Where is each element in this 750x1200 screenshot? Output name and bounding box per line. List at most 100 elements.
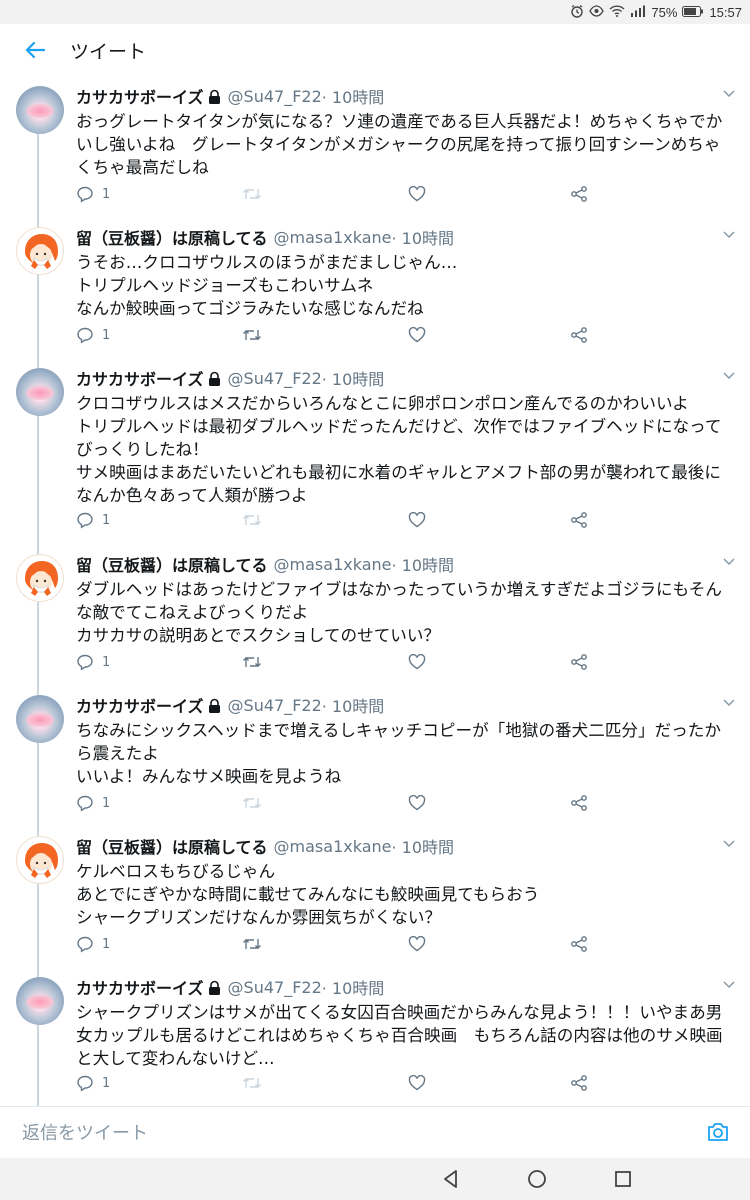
retweet-button[interactable] bbox=[242, 182, 262, 206]
retweet-icon bbox=[243, 330, 261, 340]
timestamp[interactable]: · 10時間 bbox=[322, 693, 385, 717]
handle[interactable]: @masa1xkane bbox=[274, 228, 392, 247]
retweet-button[interactable] bbox=[242, 791, 262, 815]
display-name[interactable]: カサカサボーイズ bbox=[76, 975, 204, 999]
reply-button[interactable]: 1 bbox=[76, 1071, 110, 1095]
tweet-actions: 1 bbox=[76, 932, 616, 956]
chevron-down-icon[interactable] bbox=[722, 227, 736, 241]
arrow-left-icon bbox=[25, 41, 45, 59]
retweet-button[interactable] bbox=[242, 323, 262, 347]
share-button[interactable] bbox=[570, 323, 588, 347]
retweet-button[interactable] bbox=[242, 932, 262, 956]
share-button[interactable] bbox=[570, 182, 588, 206]
chevron-down-icon[interactable] bbox=[722, 86, 736, 100]
chevron-down-icon[interactable] bbox=[722, 368, 736, 382]
tweet-thread[interactable]: カサカサボーイズ @Su47_F22 · 10時間 おっグレートタイタンが気にな… bbox=[0, 76, 750, 1106]
timestamp[interactable]: · 10時間 bbox=[322, 84, 385, 108]
display-name[interactable]: 留（豆板醤）は原稿してる bbox=[76, 834, 268, 858]
tweet[interactable]: カサカサボーイズ @Su47_F22 · 10時間 シャークプリズンはサメが出て… bbox=[0, 967, 750, 1106]
display-name[interactable]: 留（豆板醤）は原稿してる bbox=[76, 225, 268, 249]
reply-input[interactable] bbox=[22, 1119, 682, 1147]
timestamp[interactable]: · 10時間 bbox=[391, 225, 454, 249]
tweet[interactable]: 留（豆板醤）は原稿してる @masa1xkane · 10時間 ダブルヘッドはあ… bbox=[0, 544, 750, 684]
tweet-header: カサカサボーイズ @Su47_F22 · 10時間 bbox=[76, 366, 384, 390]
display-name[interactable]: カサカサボーイズ bbox=[76, 693, 204, 717]
like-button[interactable] bbox=[408, 323, 426, 347]
chevron-down-icon[interactable] bbox=[722, 554, 736, 568]
display-name[interactable]: 留（豆板醤）は原稿してる bbox=[76, 552, 268, 576]
share-button[interactable] bbox=[570, 650, 588, 674]
like-button[interactable] bbox=[408, 791, 426, 815]
reply-count: 1 bbox=[102, 936, 111, 952]
heart-icon bbox=[408, 512, 426, 528]
like-button[interactable] bbox=[408, 508, 426, 532]
reply-button[interactable]: 1 bbox=[76, 791, 110, 815]
share-button[interactable] bbox=[570, 791, 588, 815]
reply-button[interactable]: 1 bbox=[76, 323, 110, 347]
reply-button[interactable]: 1 bbox=[76, 508, 110, 532]
handle[interactable]: @Su47_F22 bbox=[228, 696, 322, 715]
handle[interactable]: @Su47_F22 bbox=[228, 369, 322, 388]
back-button[interactable] bbox=[0, 24, 70, 76]
reply-icon bbox=[77, 654, 93, 671]
share-button[interactable] bbox=[570, 508, 588, 532]
recents-square-icon[interactable] bbox=[612, 1168, 634, 1190]
tweet-header: カサカサボーイズ @Su47_F22 · 10時間 bbox=[76, 693, 384, 717]
timestamp[interactable]: · 10時間 bbox=[322, 366, 385, 390]
timestamp[interactable]: · 10時間 bbox=[322, 975, 385, 999]
reply-button[interactable]: 1 bbox=[76, 182, 110, 206]
avatar[interactable] bbox=[16, 836, 64, 884]
tweet-header: カサカサボーイズ @Su47_F22 · 10時間 bbox=[76, 84, 384, 108]
retweet-button[interactable] bbox=[242, 1071, 262, 1095]
avatar[interactable] bbox=[16, 554, 64, 602]
share-button[interactable] bbox=[570, 932, 588, 956]
chevron-down-icon[interactable] bbox=[722, 836, 736, 850]
avatar[interactable] bbox=[16, 977, 64, 1025]
chevron-down-icon[interactable] bbox=[722, 695, 736, 709]
app-header: ツイート bbox=[0, 24, 750, 76]
timestamp[interactable]: · 10時間 bbox=[391, 834, 454, 858]
display-name[interactable]: カサカサボーイズ bbox=[76, 366, 204, 390]
reply-count: 1 bbox=[102, 327, 111, 343]
like-button[interactable] bbox=[408, 1071, 426, 1095]
back-triangle-icon[interactable] bbox=[440, 1168, 462, 1190]
retweet-button[interactable] bbox=[242, 650, 262, 674]
retweet-icon bbox=[243, 515, 261, 525]
like-button[interactable] bbox=[408, 650, 426, 674]
tweet[interactable]: 留（豆板醤）は原稿してる @masa1xkane · 10時間 ケルベロスもちび… bbox=[0, 826, 750, 966]
avatar[interactable] bbox=[16, 227, 64, 275]
handle[interactable]: @masa1xkane bbox=[274, 555, 392, 574]
handle[interactable]: @Su47_F22 bbox=[228, 978, 322, 997]
timestamp[interactable]: · 10時間 bbox=[391, 552, 454, 576]
tweet[interactable]: カサカサボーイズ @Su47_F22 · 10時間 クロコザウルスはメスだからい… bbox=[0, 358, 750, 543]
tweet[interactable]: 留（豆板醤）は原稿してる @masa1xkane · 10時間 うそお…クロコザ… bbox=[0, 217, 750, 357]
avatar[interactable] bbox=[16, 86, 64, 134]
reply-button[interactable]: 1 bbox=[76, 932, 110, 956]
reply-icon bbox=[77, 1075, 93, 1092]
avatar[interactable] bbox=[16, 695, 64, 743]
lock-icon bbox=[208, 979, 222, 995]
like-button[interactable] bbox=[408, 182, 426, 206]
like-button[interactable] bbox=[408, 932, 426, 956]
camera-icon[interactable] bbox=[706, 1121, 730, 1143]
reply-button[interactable]: 1 bbox=[76, 650, 110, 674]
tweet[interactable]: カサカサボーイズ @Su47_F22 · 10時間 ちなみにシックスヘッドまで増… bbox=[0, 685, 750, 825]
handle[interactable]: @Su47_F22 bbox=[228, 87, 322, 106]
avatar[interactable] bbox=[16, 368, 64, 416]
tweet-actions: 1 bbox=[76, 791, 616, 815]
tweet-header: 留（豆板醤）は原稿してる @masa1xkane · 10時間 bbox=[76, 834, 454, 858]
share-button[interactable] bbox=[570, 1071, 588, 1095]
chevron-down-icon[interactable] bbox=[722, 977, 736, 991]
system-nav-bar bbox=[0, 1158, 750, 1200]
lock-icon bbox=[208, 88, 222, 104]
lock-icon bbox=[208, 370, 222, 386]
handle[interactable]: @masa1xkane bbox=[274, 837, 392, 856]
reply-count: 1 bbox=[102, 654, 111, 670]
display-name[interactable]: カサカサボーイズ bbox=[76, 84, 204, 108]
retweet-icon bbox=[243, 657, 261, 667]
home-circle-icon[interactable] bbox=[526, 1168, 548, 1190]
tweet[interactable]: カサカサボーイズ @Su47_F22 · 10時間 おっグレートタイタンが気にな… bbox=[0, 76, 750, 216]
tweet-text: うそお…クロコザウルスのほうがまだましじゃん… トリプルヘッドジョーズもこわいサ… bbox=[76, 253, 458, 318]
retweet-button[interactable] bbox=[242, 508, 262, 532]
tweet-actions: 1 bbox=[76, 1071, 616, 1095]
